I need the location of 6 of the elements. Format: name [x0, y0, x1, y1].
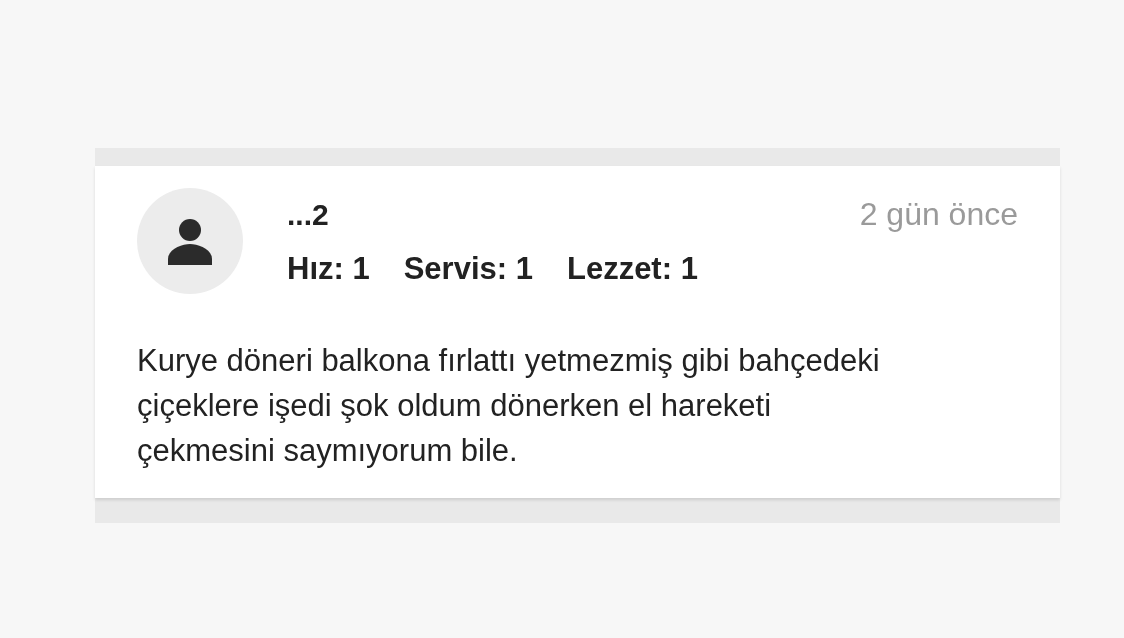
review-time: 2 gün önce [859, 196, 1018, 233]
reviewer-name: ...2 [287, 198, 329, 232]
rating-score: Lezzet: 1 [566, 251, 698, 287]
review-text: Kurye döneri balkona fırlattı yetmezmiş gibi bahçedeki çiçeklere işedi şok oldum dönerken el hareketi çekmesini saymıyorum bile. [137, 342, 881, 470]
rating-score: Hız: 1 [287, 251, 370, 287]
rating-score: Servis: 1 [403, 251, 533, 287]
